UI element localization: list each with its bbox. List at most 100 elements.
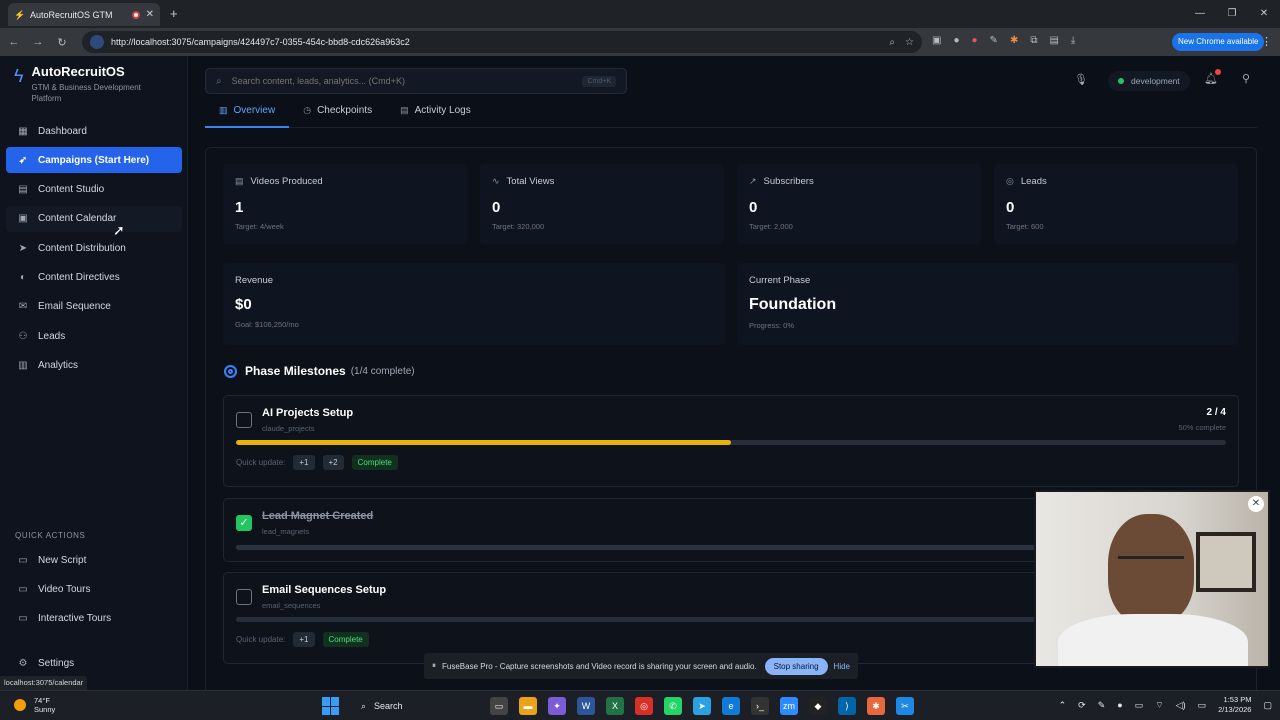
notifications-icon[interactable]: ▢: [1263, 700, 1272, 711]
whatsapp-icon[interactable]: ✆: [664, 697, 682, 715]
sidebar-item-dashboard[interactable]: ▦ Dashboard: [6, 118, 182, 144]
chrome-icon[interactable]: ◎: [635, 697, 653, 715]
mic-extension-icon[interactable]: ●: [953, 35, 959, 46]
terminal-icon[interactable]: ›_: [751, 697, 769, 715]
maximize-button[interactable]: ❐: [1216, 0, 1248, 28]
taskbar-search[interactable]: ⌕ Search: [351, 695, 479, 717]
sidebar-item-leads[interactable]: ⚇ Leads: [6, 323, 182, 349]
site-info-icon[interactable]: [90, 35, 104, 49]
copilot-icon[interactable]: ✦: [548, 697, 566, 715]
sidebar-item-content-directives[interactable]: ◐ Content Directives: [6, 264, 182, 290]
tab-title: AutoRecruitOS GTM: [30, 9, 113, 20]
tab-close-icon[interactable]: ✕: [146, 9, 154, 20]
new-tab-button[interactable]: +: [170, 6, 178, 21]
microphone-icon[interactable]: ●: [1117, 700, 1122, 710]
stop-sharing-button[interactable]: Stop sharing: [764, 657, 828, 675]
forward-button[interactable]: →: [26, 36, 50, 48]
pen-extension-icon[interactable]: ✎: [990, 35, 998, 46]
zoom-app-icon[interactable]: zm: [780, 697, 798, 715]
sidebar-item-analytics[interactable]: ▥ Analytics: [6, 352, 182, 378]
search-box[interactable]: ⌕ Cmd+K: [205, 68, 627, 94]
sidebar-item-label: Leads: [38, 330, 66, 342]
microphone-icon[interactable]: 🎙︎: [1074, 73, 1088, 86]
task-view-icon[interactable]: ▭: [490, 697, 508, 715]
glasses: [1118, 556, 1184, 568]
windows-start-icon[interactable]: [322, 697, 340, 715]
quick-action-video-tours[interactable]: ▭ Video Tours: [6, 576, 182, 602]
recording-icon: [131, 10, 140, 19]
game-icon[interactable]: ◆: [809, 697, 827, 715]
system-clock[interactable]: 1:53 PM 2/13/2026: [1218, 695, 1251, 715]
telegram-icon[interactable]: ➤: [693, 697, 711, 715]
activity-icon: ∿: [492, 176, 500, 186]
stat-label: Leads: [1020, 176, 1047, 187]
quick-action-new-script[interactable]: ▭ New Script: [6, 547, 182, 573]
close-window-button[interactable]: ✕: [1248, 0, 1280, 28]
quick-update-label: Quick update:: [236, 635, 286, 644]
notifications-bell-icon[interactable]: 🔔︎: [1204, 69, 1221, 85]
file-explorer-icon[interactable]: ▬: [519, 697, 537, 715]
puzzle-icon[interactable]: ⧉: [1030, 35, 1037, 46]
browser-tab[interactable]: ⚡ AutoRecruitOS GTM ✕: [8, 3, 160, 26]
stat-target: Target: 2,000: [749, 222, 793, 231]
trending-up-icon: ↗: [749, 176, 757, 186]
url-bar[interactable]: http://localhost:3075/campaigns/424497c7…: [82, 31, 922, 53]
close-icon[interactable]: ✕: [1248, 496, 1264, 512]
battery-icon[interactable]: ▭: [1198, 700, 1207, 711]
volume-icon[interactable]: ◁): [1176, 700, 1186, 711]
search-input[interactable]: [231, 76, 583, 86]
sidebar-item-content-studio[interactable]: ▤ Content Studio: [6, 177, 182, 203]
sync-icon[interactable]: ⟳: [1078, 700, 1086, 711]
extension-icon[interactable]: ▣: [932, 35, 941, 46]
back-button[interactable]: ←: [2, 36, 26, 48]
reload-button[interactable]: ↻: [50, 36, 74, 49]
minimize-button[interactable]: —: [1184, 0, 1216, 28]
browser-menu-icon[interactable]: ⋮: [1261, 35, 1272, 48]
vscode-icon[interactable]: ⟩: [838, 697, 856, 715]
new-chrome-button[interactable]: New Chrome available: [1172, 33, 1265, 51]
record-extension-icon[interactable]: ●: [972, 35, 978, 46]
user-menu-icon[interactable]: ⚲: [1242, 72, 1250, 85]
increment-1-button[interactable]: +1: [293, 455, 315, 470]
mark-complete-button[interactable]: Complete: [322, 632, 369, 647]
quick-action-interactive-tours[interactable]: ▭ Interactive Tours: [6, 606, 182, 632]
sidebar-item-content-calendar[interactable]: ▣ Content Calendar: [6, 205, 182, 232]
search-icon: ⌕: [216, 75, 222, 87]
word-icon[interactable]: W: [577, 697, 595, 715]
date: 2/13/2026: [1218, 705, 1252, 714]
milestone-checkbox[interactable]: [236, 589, 252, 605]
increment-2-button[interactable]: +2: [322, 455, 344, 470]
milestone-checkbox-checked[interactable]: ✓: [236, 515, 252, 531]
sidebar-item-settings[interactable]: ⚙ Settings: [6, 650, 182, 676]
edge-icon[interactable]: e: [722, 697, 740, 715]
gear-extension-icon[interactable]: ✱: [1010, 35, 1018, 46]
snipping-icon[interactable]: ✂: [896, 697, 914, 715]
milestone-checkbox[interactable]: [236, 412, 252, 428]
webcam-overlay[interactable]: ✕: [1034, 490, 1270, 668]
tab-activity-logs[interactable]: ▤ Activity Logs: [386, 100, 485, 128]
zoom-icon[interactable]: ⌕: [889, 37, 895, 48]
brand[interactable]: ϟ AutoRecruitOS GTM & Business Developme…: [14, 64, 162, 104]
quick-update-label: Quick update:: [236, 458, 286, 467]
hide-button[interactable]: Hide: [834, 662, 850, 671]
quick-action-label: Interactive Tours: [38, 613, 112, 625]
tab-checkpoints[interactable]: ◷ Checkpoints: [289, 100, 386, 128]
download-icon[interactable]: ⤓: [1071, 35, 1075, 46]
excel-icon[interactable]: X: [606, 697, 624, 715]
monitor-icon[interactable]: ▭: [1135, 700, 1144, 711]
chevron-up-icon[interactable]: ⌃: [1059, 700, 1067, 711]
increment-1-button[interactable]: +1: [293, 632, 315, 647]
wifi-icon[interactable]: ⌔: [1155, 700, 1163, 711]
gear-icon: ⚙: [18, 657, 28, 669]
sidebar-item-content-distribution[interactable]: ➤ Content Distribution: [6, 235, 182, 261]
sidepanel-icon[interactable]: ▤: [1049, 35, 1058, 46]
bookmark-star-icon[interactable]: ☆: [905, 37, 914, 48]
mark-complete-button[interactable]: Complete: [351, 455, 398, 470]
sidebar-item-email-sequence[interactable]: ✉ Email Sequence: [6, 294, 182, 320]
pen-icon[interactable]: ✎: [1098, 700, 1106, 711]
weather-widget[interactable]: 74°F Sunny: [14, 696, 55, 714]
claude-icon[interactable]: ✱: [867, 697, 885, 715]
tab-overview[interactable]: ▥ Overview: [205, 100, 290, 128]
sidebar-item-campaigns[interactable]: ➶ Campaigns (Start Here): [6, 147, 182, 174]
stat-label: Videos Produced: [250, 176, 323, 187]
